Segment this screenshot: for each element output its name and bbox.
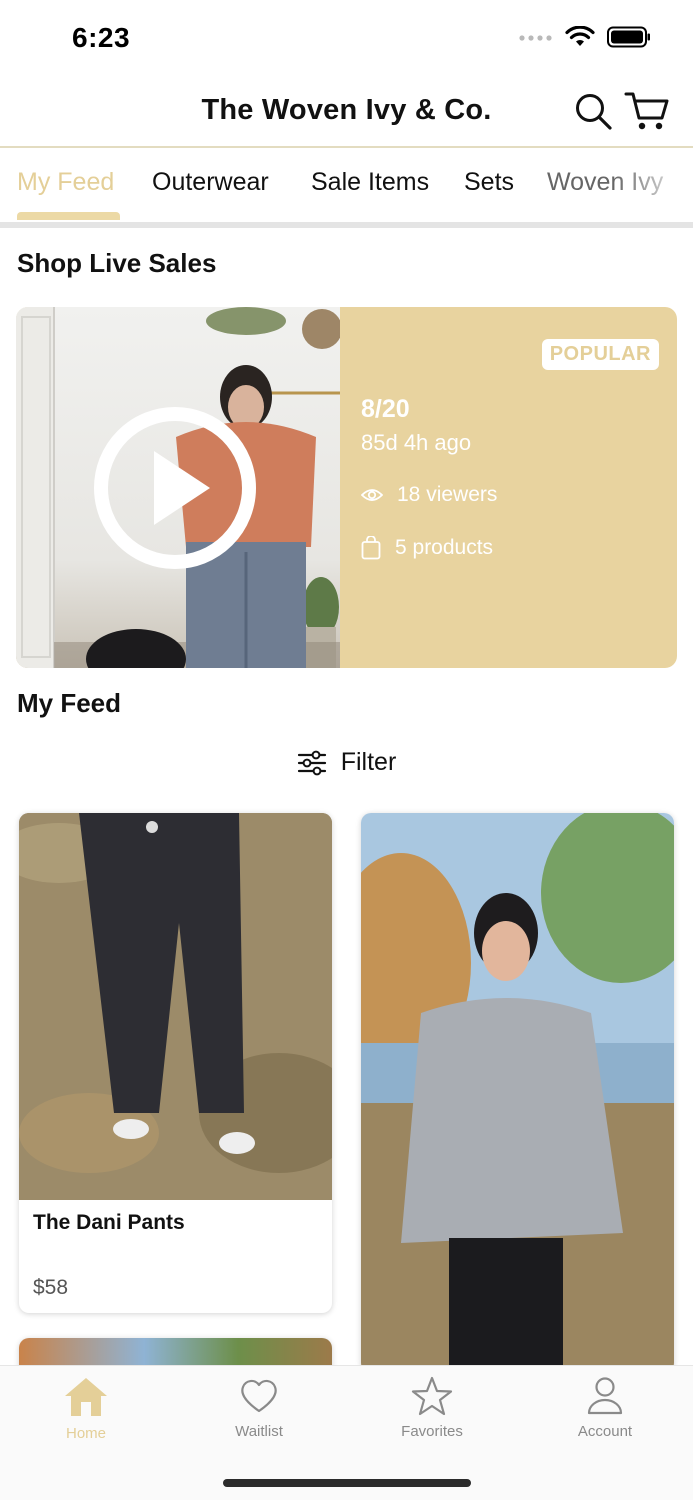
live-sale-date: 8/20	[361, 395, 410, 423]
eye-icon	[361, 489, 383, 501]
filter-sliders-icon	[297, 750, 326, 775]
category-tabs: My Feed Outerwear Sale Items Sets Woven …	[0, 150, 693, 222]
nav-waitlist[interactable]: Waitlist	[199, 1376, 319, 1440]
live-video-thumbnail[interactable]	[16, 307, 340, 668]
filter-label: Filter	[340, 748, 397, 776]
signal-icon	[519, 35, 552, 41]
tab-outerwear[interactable]: Outerwear	[152, 168, 269, 197]
star-icon	[411, 1376, 453, 1416]
status-time: 6:23	[72, 22, 131, 53]
product-price: $58	[33, 1276, 69, 1299]
product-image[interactable]	[19, 813, 332, 1200]
nav-favorites-label: Favorites	[401, 1423, 463, 1440]
viewers-row: 18 viewers	[361, 483, 497, 507]
products-row: 5 products	[361, 536, 493, 560]
tab-sale-items[interactable]: Sale Items	[311, 168, 429, 197]
product-card[interactable]: The Dani Pants $58	[19, 813, 332, 1313]
product-card[interactable]	[361, 813, 674, 1373]
active-tab-indicator	[17, 212, 120, 220]
product-photo-pants	[19, 813, 332, 1200]
nav-home-label: Home	[65, 1425, 106, 1442]
tab-my-feed[interactable]: My Feed	[17, 168, 114, 197]
products-count: 5 products	[395, 536, 494, 559]
nav-home[interactable]: Home	[26, 1376, 146, 1442]
tabs-fade	[613, 150, 693, 220]
live-sale-age: 85d 4h ago	[361, 430, 472, 455]
wifi-icon	[565, 26, 595, 46]
popular-badge: POPULAR	[541, 339, 659, 370]
tab-sets[interactable]: Sets	[464, 168, 514, 197]
viewers-count: 18 viewers	[397, 483, 498, 506]
play-icon[interactable]	[94, 407, 256, 569]
cart-icon[interactable]	[624, 90, 670, 132]
status-icons	[519, 26, 651, 48]
filter-button[interactable]: Filter	[0, 748, 693, 777]
app-header: The Woven Ivy & Co.	[0, 80, 693, 148]
home-indicator[interactable]	[223, 1479, 471, 1487]
tabs-divider	[0, 222, 693, 228]
search-icon[interactable]	[574, 92, 614, 132]
nav-account-label: Account	[577, 1423, 633, 1440]
battery-icon	[607, 26, 650, 48]
nav-account[interactable]: Account	[545, 1376, 665, 1440]
product-photo-sweater	[361, 813, 674, 1373]
live-sales-heading: Shop Live Sales	[17, 248, 217, 278]
nav-waitlist-label: Waitlist	[235, 1423, 283, 1440]
product-image[interactable]	[361, 813, 674, 1373]
status-bar: 6:23	[0, 0, 693, 80]
live-sale-card[interactable]: POPULAR 8/20 85d 4h ago 18 viewers 5 pro…	[16, 307, 677, 668]
shopping-bag-icon	[361, 536, 381, 560]
home-icon	[65, 1378, 107, 1416]
product-name: The Dani Pants	[33, 1211, 185, 1234]
nav-favorites[interactable]: Favorites	[372, 1376, 492, 1440]
live-sale-info: POPULAR 8/20 85d 4h ago 18 viewers 5 pro…	[340, 307, 677, 668]
feed-heading: My Feed	[17, 688, 122, 718]
heart-icon	[241, 1379, 277, 1413]
person-icon	[587, 1377, 623, 1415]
